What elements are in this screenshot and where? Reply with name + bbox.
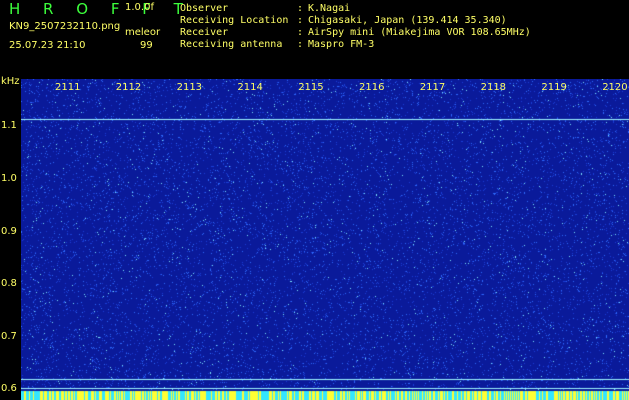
observer-label: Observer [180, 3, 229, 14]
colon: : [297, 39, 304, 50]
colon: : [297, 3, 304, 14]
location-value: Chigasaki, Japan (139.414 35.340) [308, 15, 507, 26]
observer-value: K.Nagai [308, 3, 351, 14]
count-value: 99 [140, 40, 153, 51]
spectrogram-canvas [21, 79, 629, 400]
header-panel: H R O F F T 1.0.0f KN9_2507232110.png me… [0, 0, 629, 78]
x-tick-label: 2111 [55, 82, 81, 93]
x-tick-label: 2119 [541, 82, 567, 93]
y-tick-label: 1.1 [1, 120, 17, 132]
colon: : [297, 15, 304, 26]
y-tick-label: 0.6 [1, 383, 17, 395]
x-tick-label: 2112 [115, 82, 142, 93]
x-tick-label: 2114 [237, 82, 263, 93]
x-tick-label: 2118 [480, 82, 507, 93]
location-label: Receiving Location [180, 15, 289, 26]
station-code: meleor [125, 27, 161, 38]
y-tick-label: 0.7 [1, 330, 17, 342]
x-tick-label: 2116 [359, 82, 385, 93]
app-brand: H R O F F T [9, 0, 192, 18]
colon: : [297, 27, 304, 38]
antenna-value: Maspro FM-3 [308, 39, 375, 50]
x-tick-label: 2115 [298, 82, 324, 93]
x-tick-label: 2117 [419, 82, 446, 93]
y-tick-label: 0.9 [1, 225, 17, 237]
y-tick-label: 1.0 [1, 172, 17, 184]
x-tick-label: 2120 [602, 82, 628, 93]
y-axis-unit: kHz [1, 76, 20, 87]
x-tick-label: 2113 [176, 82, 203, 93]
file-name: KN9_2507232110.png [9, 21, 121, 32]
y-tick-label: 0.8 [1, 278, 17, 290]
app-version: 1.0.0f [125, 2, 154, 13]
receiver-value: AirSpy mini (Miakejima VOR 108.65MHz) [308, 27, 531, 38]
antenna-label: Receiving antenna [180, 39, 283, 50]
timestamp: 25.07.23 21:10 [9, 40, 86, 51]
receiver-label: Receiver [180, 27, 229, 38]
